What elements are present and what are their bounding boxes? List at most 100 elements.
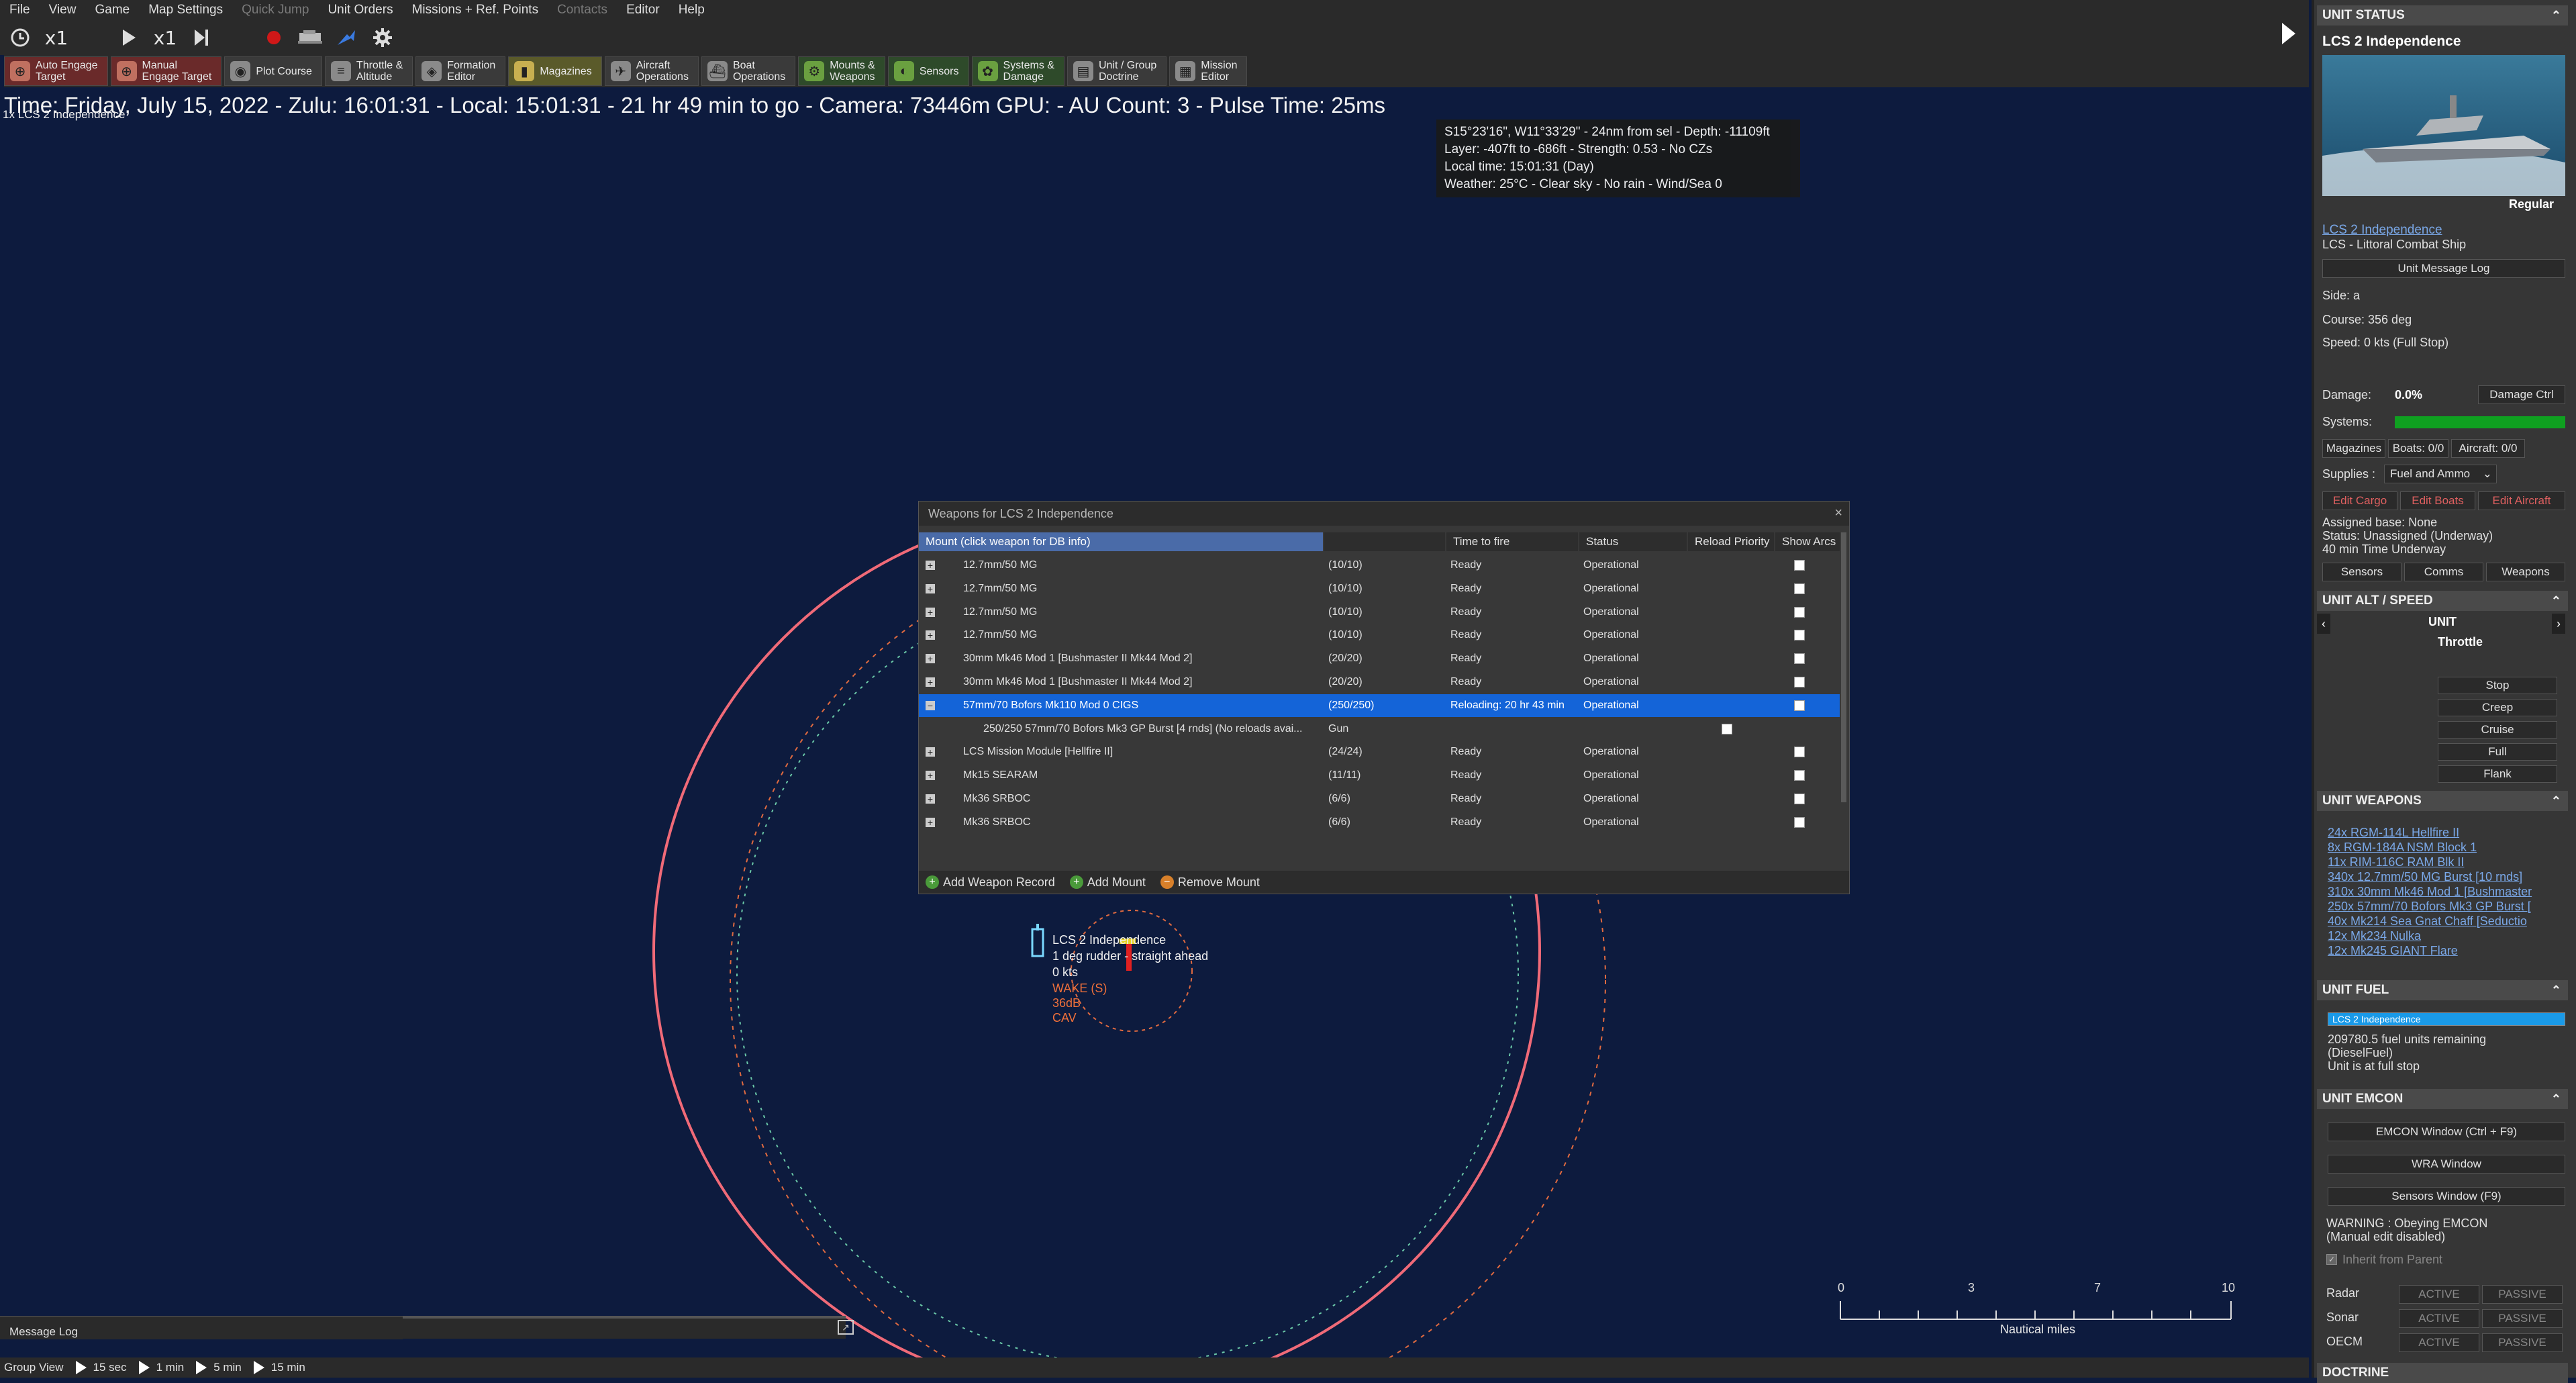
show-arcs-checkbox[interactable]	[1794, 677, 1805, 687]
group-view-label[interactable]: Group View	[4, 1361, 64, 1374]
weapon-name[interactable]: 12.7mm/50 MG	[963, 624, 1319, 647]
collapse-icon[interactable]: ⌃	[2551, 5, 2561, 26]
tab-comms[interactable]: Comms	[2404, 563, 2483, 581]
toolbar-plot-course-button[interactable]: ◉Plot Course	[224, 56, 322, 86]
reload-priority-checkbox[interactable]	[1722, 724, 1732, 734]
weapon-name[interactable]: Mk36 SRBOC	[963, 811, 1319, 834]
toolbar-systems-damage-button[interactable]: ✿Systems & Damage	[972, 56, 1064, 86]
step-15-min-button[interactable]: 15 min	[254, 1361, 305, 1374]
step-1-min-button[interactable]: 1 min	[139, 1361, 185, 1374]
boats-button[interactable]: Boats: 0/0	[2388, 439, 2448, 458]
weapon-name[interactable]: 12.7mm/50 MG	[963, 601, 1319, 624]
menu-unit-orders[interactable]: Unit Orders	[318, 0, 402, 20]
toolbar-mission-editor-button[interactable]: ▦Mission Editor	[1169, 56, 1247, 86]
emcon-oecm-active-button[interactable]: ACTIVE	[2399, 1333, 2479, 1352]
column-header-time-to-fire[interactable]: Time to fire	[1446, 532, 1578, 551]
toolbar-formation-editor-button[interactable]: ◈Formation Editor	[415, 56, 505, 86]
unit-weapon-link[interactable]: 12x Mk245 GIANT Flare	[2328, 944, 2566, 958]
expand-icon[interactable]: +	[926, 818, 935, 827]
edit-boats-button[interactable]: Edit Boats	[2400, 491, 2475, 510]
toolbar-auto-engage-target-button[interactable]: ⊕Auto Engage Target	[4, 56, 108, 86]
unit-weapon-link[interactable]: 310x 30mm Mk46 Mod 1 [Bushmaster	[2328, 885, 2566, 899]
show-arcs-checkbox[interactable]	[1794, 630, 1805, 640]
menu-editor[interactable]: Editor	[617, 0, 669, 20]
throttle-creep-button[interactable]: Creep	[2438, 699, 2557, 716]
step-5-min-button[interactable]: 5 min	[196, 1361, 242, 1374]
expand-icon[interactable]: +	[926, 584, 935, 593]
weapon-row[interactable]: +12.7mm/50 MG(10/10)ReadyOperational	[919, 577, 1840, 600]
weapon-row[interactable]: −57mm/70 Bofors Mk110 Mod 0 CIGS(250/250…	[919, 694, 1840, 717]
unit-weapon-link[interactable]: 340x 12.7mm/50 MG Burst [10 rnds]	[2328, 870, 2566, 884]
collapse-icon[interactable]: ⌃	[2551, 591, 2561, 611]
close-icon[interactable]: ×	[1834, 506, 1842, 521]
emcon-radar-passive-button[interactable]: PASSIVE	[2482, 1285, 2563, 1304]
expand-icon[interactable]: +	[926, 677, 935, 687]
gear-icon[interactable]	[369, 24, 396, 51]
emcon-sonar-passive-button[interactable]: PASSIVE	[2482, 1309, 2563, 1328]
toolbar-magazines-button[interactable]: ▮Magazines	[508, 56, 601, 86]
damage-control-button[interactable]: Damage Ctrl	[2478, 385, 2565, 404]
expand-icon[interactable]: +	[926, 794, 935, 804]
unit-weapon-link[interactable]: 12x Mk234 Nulka	[2328, 929, 2566, 943]
emcon-oecm-passive-button[interactable]: PASSIVE	[2482, 1333, 2563, 1352]
column-header-show-arcs[interactable]: Show Arcs	[1775, 532, 1840, 551]
show-arcs-checkbox[interactable]	[1794, 560, 1805, 571]
weapon-name[interactable]: 12.7mm/50 MG	[963, 577, 1319, 600]
show-arcs-checkbox[interactable]	[1794, 794, 1805, 804]
menu-file[interactable]: File	[0, 0, 40, 20]
menu-view[interactable]: View	[40, 0, 86, 20]
expand-icon[interactable]: +	[926, 654, 935, 663]
toolbar-unit-group-doctrine-button[interactable]: ▤Unit / Group Doctrine	[1067, 56, 1167, 86]
toolbar-manual-engage-target-button[interactable]: ⊕Manual Engage Target	[111, 56, 222, 86]
collapse-icon[interactable]: −	[926, 701, 935, 710]
clock-icon[interactable]	[7, 24, 34, 51]
unit-weapon-link[interactable]: 11x RIM-116C RAM Blk II	[2328, 855, 2566, 869]
throttle-flank-button[interactable]: Flank	[2438, 765, 2557, 783]
show-arcs-checkbox[interactable]	[1794, 700, 1805, 711]
pointer-icon[interactable]	[333, 24, 360, 51]
throttle-stop-button[interactable]: Stop	[2438, 677, 2557, 694]
collapse-icon[interactable]: ⌃	[2551, 1089, 2561, 1109]
remove-mount-button[interactable]: − Remove Mount	[1160, 875, 1260, 890]
show-arcs-checkbox[interactable]	[1794, 747, 1805, 757]
aircraft-button[interactable]: Aircraft: 0/0	[2451, 439, 2525, 458]
show-arcs-checkbox[interactable]	[1794, 607, 1805, 618]
weapon-name[interactable]: 12.7mm/50 MG	[963, 554, 1319, 577]
step-15-sec-button[interactable]: 15 sec	[76, 1361, 127, 1374]
unit-weapons-header[interactable]: UNIT WEAPONS⌃	[2317, 791, 2568, 811]
emcon-window-button[interactable]: EMCON Window (Ctrl + F9)	[2328, 1123, 2565, 1141]
ship-symbol-icon[interactable]	[1032, 929, 1043, 956]
weapon-subrow[interactable]: 250/250 57mm/70 Bofors Mk3 GP Burst [4 r…	[919, 718, 1840, 741]
panel-toggle-arrow-icon[interactable]	[2282, 23, 2295, 44]
play-icon[interactable]	[115, 24, 142, 51]
throttle-cruise-button[interactable]: Cruise	[2438, 721, 2557, 738]
weapon-name[interactable]: 250/250 57mm/70 Bofors Mk3 GP Burst [4 r…	[983, 718, 1339, 741]
show-arcs-checkbox[interactable]	[1794, 583, 1805, 594]
edit-cargo-button[interactable]: Edit Cargo	[2322, 491, 2397, 510]
column-header-mount[interactable]: Mount (click weapon for DB info)	[919, 532, 1323, 551]
weapon-name[interactable]: 30mm Mk46 Mod 1 [Bushmaster II Mk44 Mod …	[963, 647, 1319, 670]
chevron-left-icon[interactable]: ‹	[2317, 614, 2330, 634]
weapon-name[interactable]: LCS Mission Module [Hellfire II]	[963, 741, 1319, 763]
weapon-row[interactable]: +12.7mm/50 MG(10/10)ReadyOperational	[919, 601, 1840, 624]
expand-icon[interactable]: +	[926, 561, 935, 570]
weapon-row[interactable]: +12.7mm/50 MG(10/10)ReadyOperational	[919, 554, 1840, 577]
show-arcs-checkbox[interactable]	[1794, 653, 1805, 664]
unit-weapon-link[interactable]: 250x 57mm/70 Bofors Mk3 GP Burst [	[2328, 900, 2566, 914]
dialog-scrollbar[interactable]	[1841, 532, 1846, 802]
collapse-icon[interactable]: ⌃	[2551, 980, 2561, 1000]
weapon-row[interactable]: +12.7mm/50 MG(10/10)ReadyOperational	[919, 624, 1840, 647]
unit-message-log-button[interactable]: Unit Message Log	[2322, 259, 2565, 278]
unit-weapon-link[interactable]: 8x RGM-184A NSM Block 1	[2328, 841, 2566, 855]
throttle-full-button[interactable]: Full	[2438, 743, 2557, 761]
sensors-window-button[interactable]: Sensors Window (F9)	[2328, 1187, 2565, 1206]
emcon-radar-active-button[interactable]: ACTIVE	[2399, 1285, 2479, 1304]
menu-missions-ref-points[interactable]: Missions + Ref. Points	[403, 0, 548, 20]
expand-icon[interactable]: +	[926, 771, 935, 780]
unit-class-link[interactable]: LCS 2 Independence	[2322, 223, 2442, 238]
weapon-row[interactable]: +Mk36 SRBOC(6/6)ReadyOperational	[919, 788, 1840, 810]
menu-help[interactable]: Help	[669, 0, 714, 20]
menu-game[interactable]: Game	[85, 0, 139, 20]
toolbar-boat-operations-button[interactable]: ⛴Boat Operations	[701, 56, 795, 86]
wra-window-button[interactable]: WRA Window	[2328, 1155, 2565, 1174]
